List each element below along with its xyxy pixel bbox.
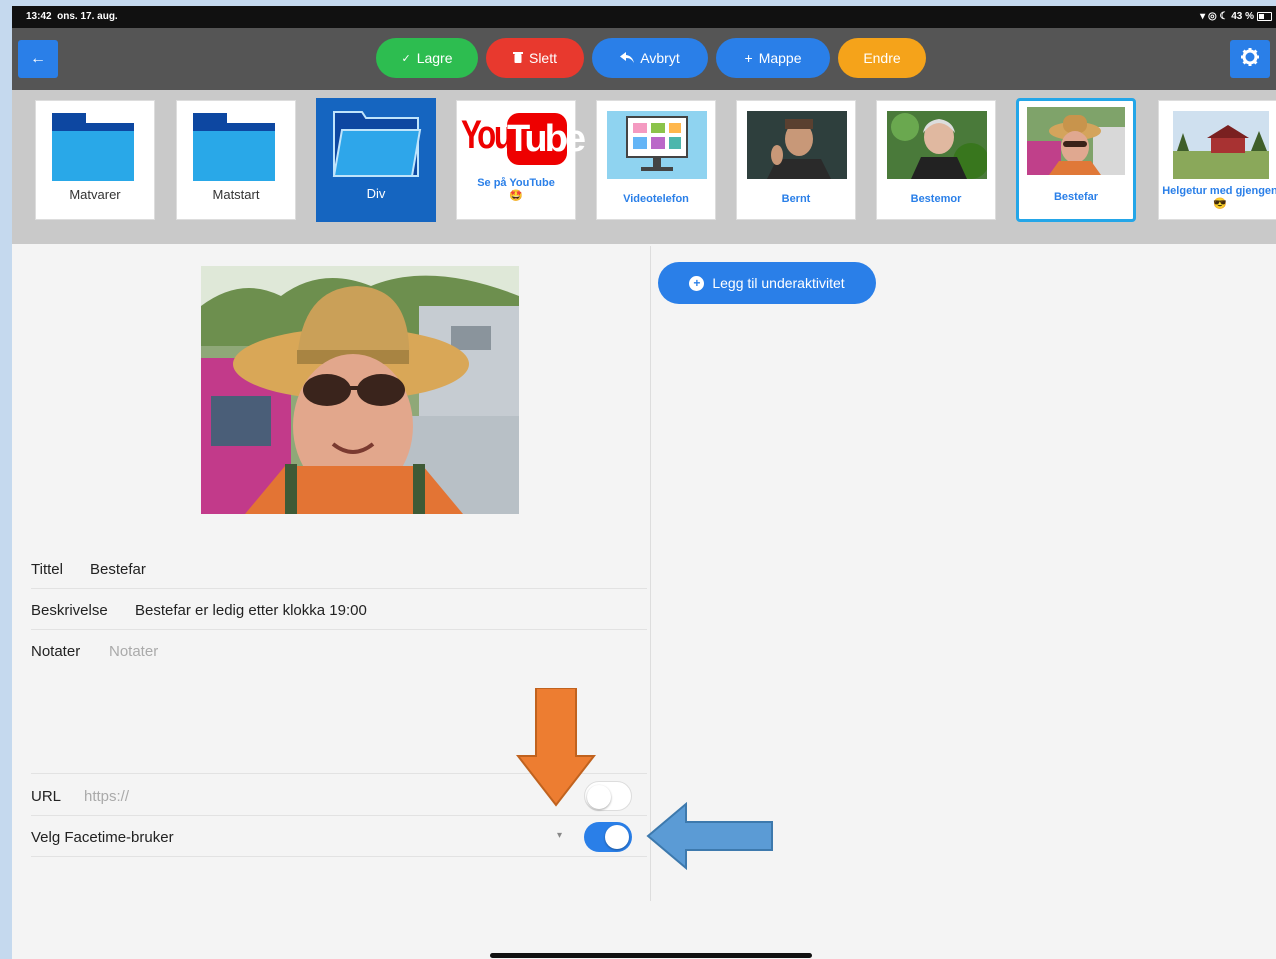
youtube-logo-tube: Tube (507, 113, 586, 165)
battery-icon (1257, 12, 1272, 21)
person-photo (747, 111, 847, 179)
activity-strip: Matvarer Matstart Div You Tube Se på You… (12, 90, 1276, 244)
title-value[interactable]: Bestefar (90, 561, 146, 578)
tile-bestemor[interactable]: Bestemor (876, 100, 996, 220)
facetime-label: Velg Facetime-bruker (31, 829, 174, 846)
status-time: 13:42 ons. 17. aug. (26, 11, 118, 22)
tile-helgetur[interactable]: Helgetur med gjengen😎 (1158, 100, 1276, 220)
folder-tile-div[interactable]: Div (316, 98, 436, 222)
landscape-photo (1173, 111, 1269, 179)
edit-label: Endre (863, 50, 901, 66)
tile-bernt[interactable]: Bernt (736, 100, 856, 220)
folder-icon (52, 113, 134, 181)
tile-label: Se på YouTube (477, 177, 555, 189)
orange-arrow-down-icon (516, 688, 596, 807)
new-folder-button[interactable]: + Mappe (716, 38, 830, 78)
chevron-down-icon[interactable]: ▾ (557, 830, 562, 841)
emoji-icon: 😎 (1213, 198, 1227, 210)
url-label: URL (31, 788, 62, 805)
status-bar: 13:42 ons. 17. aug. ▾ ◎ ☾ 43 % (12, 6, 1276, 28)
title-field[interactable]: Tittel Bestefar (31, 548, 647, 589)
facetime-toggle[interactable] (584, 822, 632, 852)
person-photo (887, 111, 987, 179)
tile-label: Bestemor (910, 193, 962, 205)
blue-arrow-left-icon (646, 802, 773, 870)
check-icon: ✓ (401, 52, 411, 65)
description-value[interactable]: Bestefar er ledig etter klokka 19:00 (135, 602, 367, 619)
url-placeholder[interactable]: https:// (84, 788, 129, 805)
cancel-label: Avbryt (640, 50, 680, 66)
monitor-icon (607, 111, 707, 179)
folder-tile-matvarer[interactable]: Matvarer (35, 100, 155, 220)
tile-label: Div (366, 186, 386, 201)
tile-videotelefon[interactable]: Videotelefon (596, 100, 716, 220)
trash-icon (512, 50, 523, 66)
tile-youtube[interactable]: You Tube Se på YouTube 🤩 (456, 100, 586, 220)
toolbar: ← ✓ Lagre Slett Avbryt + Mappe Endre (12, 28, 1276, 90)
gear-icon (1240, 47, 1260, 72)
notes-label: Notater (31, 643, 81, 660)
emoji-icon: 🤩 (509, 190, 523, 202)
plus-icon: + (744, 50, 753, 66)
facetime-user-field[interactable]: Velg Facetime-bruker ▾ (31, 816, 647, 857)
tile-label: Matvarer (69, 187, 121, 202)
arrow-left-icon: ← (30, 50, 46, 67)
title-label: Tittel (31, 561, 63, 578)
notes-placeholder[interactable]: Notater (109, 643, 158, 660)
folder-tile-matstart[interactable]: Matstart (176, 100, 296, 220)
activity-image[interactable] (201, 266, 519, 514)
edit-button[interactable]: Endre (838, 38, 926, 78)
save-label: Lagre (416, 50, 453, 66)
description-label: Beskrivelse (31, 602, 108, 619)
cancel-button[interactable]: Avbryt (592, 38, 708, 78)
tile-label: Bernt (781, 193, 811, 205)
tile-bestefar-selected[interactable]: Bestefar (1016, 98, 1136, 222)
tile-label: Bestefar (1053, 191, 1099, 203)
back-button[interactable]: ← (18, 40, 58, 78)
save-button[interactable]: ✓ Lagre (376, 38, 478, 78)
youtube-logo-icon: You Tube (461, 109, 586, 169)
plus-circle-icon: + (689, 275, 705, 291)
tile-label: Helgetur med gjengen (1162, 185, 1276, 197)
status-icons: ▾ ◎ ☾ 43 % (1200, 11, 1254, 22)
tile-label: Matstart (212, 187, 260, 202)
add-subactivity-label: Legg til underaktivitet (712, 275, 845, 291)
delete-button[interactable]: Slett (486, 38, 584, 78)
settings-button[interactable] (1230, 40, 1270, 78)
description-field[interactable]: Beskrivelse Bestefar er ledig etter klok… (31, 589, 647, 630)
person-photo (1027, 107, 1125, 175)
folder-open-icon (332, 108, 422, 180)
ipad-screen: 13:42 ons. 17. aug. ▾ ◎ ☾ 43 % ← ✓ Lagre… (12, 6, 1276, 959)
delete-label: Slett (528, 50, 557, 66)
undo-icon (620, 50, 635, 66)
folder-icon (193, 113, 275, 181)
youtube-logo-you: You (461, 113, 513, 157)
add-subactivity-button[interactable]: + Legg til underaktivitet (658, 262, 876, 304)
tile-label: Videotelefon (623, 193, 689, 205)
new-folder-label: Mappe (758, 50, 802, 66)
home-indicator (490, 953, 812, 958)
